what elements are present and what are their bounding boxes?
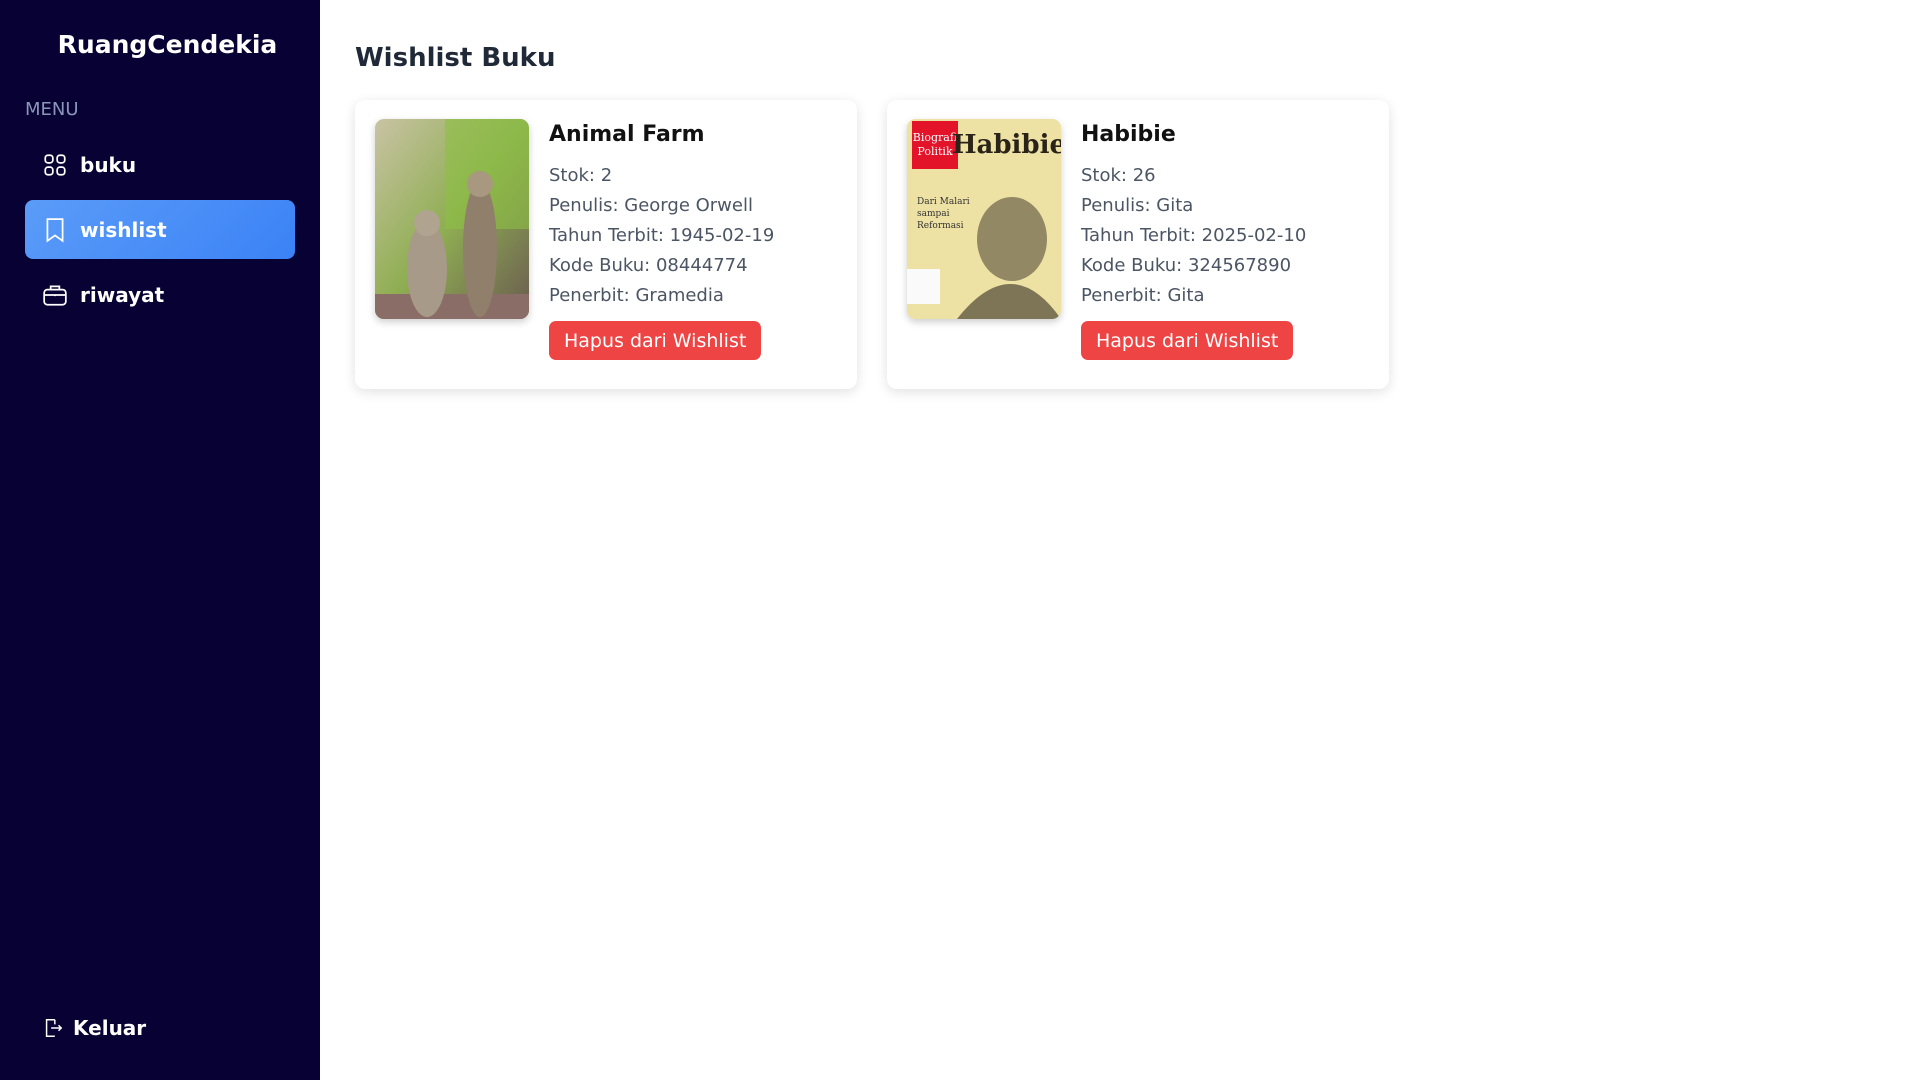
book-author: Penulis: George Orwell	[549, 195, 753, 216]
sidebar: RuangCendekia MENU buku wishlist riwayat…	[0, 0, 320, 1080]
book-stock: Stok: 2	[549, 165, 613, 186]
book-title: Animal Farm	[549, 122, 705, 147]
svg-text:Dari Malari: Dari Malari	[917, 197, 970, 207]
sidebar-item-label: buku	[80, 152, 137, 177]
brand-logo: RuangCendekia	[57, 30, 278, 59]
book-publisher: Penerbit: Gita	[1081, 285, 1205, 306]
remove-from-wishlist-button[interactable]: Hapus dari Wishlist	[549, 321, 762, 360]
bookmark-icon	[46, 217, 64, 243]
sidebar-item-riwayat[interactable]: riwayat	[25, 265, 295, 324]
book-year: Tahun Terbit: 1945-02-19	[549, 225, 775, 246]
book-year: Tahun Terbit: 2025-02-10	[1081, 225, 1307, 246]
briefcase-icon	[43, 284, 67, 306]
sidebar-item-buku[interactable]: buku	[25, 135, 295, 194]
grid-icon	[44, 153, 66, 176]
sidebar-item-label: riwayat	[80, 282, 165, 307]
svg-text:Reformasi: Reformasi	[917, 221, 964, 231]
book-title: Habibie	[1081, 122, 1176, 147]
svg-text:sampai: sampai	[917, 209, 950, 219]
book-card: Animal Farm Stok: 2 Penulis: George Orwe…	[355, 100, 857, 389]
book-stock: Stok: 26	[1081, 165, 1156, 186]
menu-label: MENU	[25, 99, 79, 120]
logout-button[interactable]: Keluar	[42, 1016, 146, 1040]
book-publisher: Penerbit: Gramedia	[549, 285, 724, 306]
book-author: Penulis: Gita	[1081, 195, 1194, 216]
sidebar-item-label: wishlist	[80, 217, 167, 242]
logout-label: Keluar	[73, 1016, 147, 1040]
book-code: Kode Buku: 08444774	[549, 255, 748, 276]
logout-icon	[45, 1019, 63, 1037]
remove-from-wishlist-button[interactable]: Hapus dari Wishlist	[1081, 321, 1294, 360]
book-card: Biografi Politik Habibie Dari Malari sam…	[887, 100, 1389, 389]
cover-title: Habibie	[952, 130, 1061, 160]
book-code: Kode Buku: 324567890	[1081, 255, 1292, 276]
page-title: Wishlist Buku	[355, 43, 556, 73]
cover-badge-2: Politik	[917, 145, 953, 158]
book-cover-image: Biografi Politik Habibie Dari Malari sam…	[907, 119, 1061, 319]
book-cover-image	[375, 119, 529, 319]
sidebar-item-wishlist[interactable]: wishlist	[25, 200, 295, 259]
